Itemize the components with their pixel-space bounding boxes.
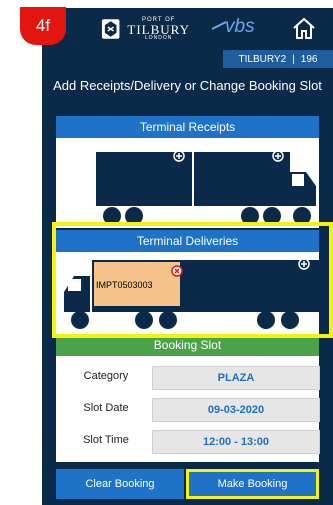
logo-text: PORT OF TILBURY LONDON (127, 17, 190, 41)
vbs-logo-text: vbs (225, 16, 255, 37)
port-of-tilbury-logo: PORT OF TILBURY LONDON (100, 12, 190, 46)
terminal-deliveries-panel[interactable]: Terminal Deliveries IMPT0503003 (56, 230, 319, 334)
terminal-deliveries-header: Terminal Deliveries (56, 230, 319, 252)
step-badge: 4f (20, 7, 66, 45)
category-value[interactable]: PLAZA (152, 366, 320, 390)
home-icon[interactable] (291, 15, 317, 41)
clear-booking-button[interactable]: Clear Booking (56, 469, 184, 499)
terminal-receipts-header: Terminal Receipts (56, 116, 319, 138)
separator: | (292, 53, 295, 65)
booking-slot-header: Booking Slot (56, 334, 319, 356)
category-row: Category PLAZA (56, 366, 320, 390)
slot-date-row: Slot Date 09-03-2020 (56, 398, 320, 422)
app-header: PORT OF TILBURY LONDON vbs (42, 8, 333, 50)
vbs-logo: vbs (212, 16, 255, 38)
receipts-truck-icon[interactable] (56, 138, 319, 228)
container-ref-label[interactable]: IMPT0503003 (96, 280, 153, 290)
slot-time-row: Slot Time 12:00 - 13:00 (56, 430, 320, 454)
deliveries-truck-icon[interactable] (56, 252, 319, 334)
booking-slot-panel: Booking Slot Category PLAZA Slot Date 09… (56, 334, 320, 462)
app-screen: PORT OF TILBURY LONDON vbs TILBURY2 | 19… (42, 8, 333, 505)
slot-date-value[interactable]: 09-03-2020 (152, 398, 320, 422)
remove-container-icon[interactable] (171, 265, 183, 277)
slot-date-label: Slot Date (83, 402, 129, 414)
terminal-receipts-panel[interactable]: Terminal Receipts (56, 116, 319, 228)
user-number: 196 (300, 53, 318, 65)
crest-icon (101, 19, 120, 39)
terminal-code: TILBURY2 (238, 53, 287, 65)
slot-time-value[interactable]: 12:00 - 13:00 (152, 430, 320, 454)
make-booking-button[interactable]: Make Booking (186, 469, 319, 499)
slot-time-label: Slot Time (83, 434, 129, 446)
page-title: Add Receipts/Delivery or Change Booking … (53, 78, 322, 93)
user-info-bar: TILBURY2 | 196 (223, 50, 333, 68)
category-label: Category (83, 370, 129, 382)
vbs-swoosh-icon (212, 21, 226, 30)
